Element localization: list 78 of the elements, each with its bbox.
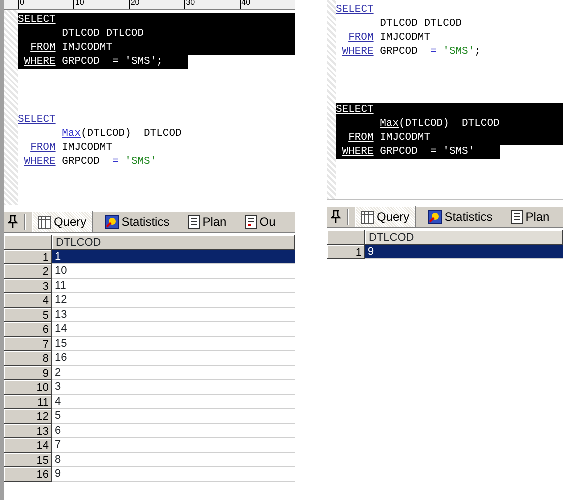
table-cell: 13	[52, 308, 295, 322]
sql-keyword: WHERE	[24, 55, 56, 69]
table-cell: 4	[52, 394, 295, 409]
grid-icon	[38, 216, 51, 228]
row-number[interactable]: 2	[4, 264, 52, 278]
pin-icon[interactable]	[8, 215, 18, 229]
row-number[interactable]: 4	[4, 293, 52, 308]
tab[interactable]: Statistics	[98, 211, 176, 233]
chart-icon	[104, 215, 119, 229]
sql-keyword: FROM	[30, 41, 56, 55]
row-number[interactable]: 8	[4, 351, 52, 366]
row-number[interactable]: 6	[4, 322, 52, 336]
sql-keyword: WHERE	[24, 155, 56, 169]
table-cell: 14	[52, 322, 295, 336]
tab[interactable]: Plan	[504, 206, 556, 228]
row-number[interactable]: 10	[4, 380, 52, 394]
row-number[interactable]: 9	[4, 366, 52, 380]
code-text: Max(DTLCOD) DTLCOD	[62, 127, 182, 141]
code-text: IMJCODMT	[62, 141, 113, 155]
chart-icon	[428, 210, 442, 224]
code-text: GRPCOD = 'SMS';	[380, 45, 481, 59]
row-header-corner	[327, 230, 365, 244]
code-text: GRPCOD = 'SMS'	[380, 145, 475, 159]
table-cell: 8	[52, 452, 295, 467]
table-cell: 12	[52, 293, 295, 308]
table-cell: 2	[52, 366, 295, 380]
tab[interactable]: Ou	[238, 211, 282, 233]
row-number[interactable]: 11	[4, 394, 52, 409]
table-cell: 9	[52, 467, 295, 482]
row-number[interactable]: 1	[327, 244, 365, 259]
code-text: IMJCODMT	[380, 131, 431, 145]
sql-keyword: SELECT	[336, 103, 374, 117]
code-text: GRPCOD = 'SMS'	[62, 155, 157, 169]
code-text: IMJCODMT	[380, 31, 431, 45]
row-number[interactable]: 12	[4, 409, 52, 424]
row-number[interactable]: 16	[4, 467, 52, 482]
row-number[interactable]: 1	[4, 250, 52, 264]
table-cell: 1	[52, 250, 295, 264]
table-cell: 6	[52, 424, 295, 438]
table-cell: 10	[52, 264, 295, 278]
column-header[interactable]: DTLCOD	[365, 230, 563, 244]
sql-keyword: WHERE	[342, 145, 374, 159]
table-cell: 16	[52, 351, 295, 366]
code-text: IMJCODMT	[62, 41, 113, 55]
document-icon	[510, 210, 523, 224]
table-cell: 15	[52, 336, 295, 351]
sql-keyword: FROM	[348, 131, 374, 145]
code-text: DTLCOD DTLCOD	[380, 17, 462, 31]
row-header-corner	[4, 235, 52, 250]
sql-keyword: WHERE	[342, 45, 374, 59]
row-number[interactable]: 15	[4, 452, 52, 467]
tab[interactable]: Query	[355, 206, 416, 228]
tab[interactable]: Plan	[182, 211, 233, 233]
table-cell: 9	[365, 244, 563, 259]
code-text: Max(DTLCOD) DTLCOD	[380, 117, 500, 131]
row-number[interactable]: 13	[4, 424, 52, 438]
column-header[interactable]: DTLCOD	[52, 235, 295, 250]
table-cell: 7	[52, 438, 295, 452]
table-cell: 3	[52, 380, 295, 394]
row-number[interactable]: 14	[4, 438, 52, 452]
code-text: DTLCOD DTLCOD	[62, 27, 144, 41]
tab[interactable]: Statistics	[422, 206, 499, 228]
sql-keyword: FROM	[30, 141, 56, 155]
sql-keyword: SELECT	[18, 113, 56, 127]
row-number[interactable]: 5	[4, 308, 52, 322]
document-icon	[244, 215, 257, 229]
table-cell: 5	[52, 409, 295, 424]
row-number[interactable]: 3	[4, 278, 52, 293]
table-cell: 11	[52, 278, 295, 293]
document-icon	[188, 215, 200, 229]
sql-keyword: FROM	[348, 31, 374, 45]
row-number[interactable]: 7	[4, 336, 52, 351]
sql-keyword: SELECT	[18, 13, 56, 27]
code-text: GRPCOD = 'SMS';	[62, 55, 163, 69]
pin-icon[interactable]	[331, 210, 341, 224]
sql-keyword: SELECT	[336, 3, 374, 17]
tab[interactable]: Query	[32, 211, 93, 233]
grid-icon	[361, 210, 374, 224]
